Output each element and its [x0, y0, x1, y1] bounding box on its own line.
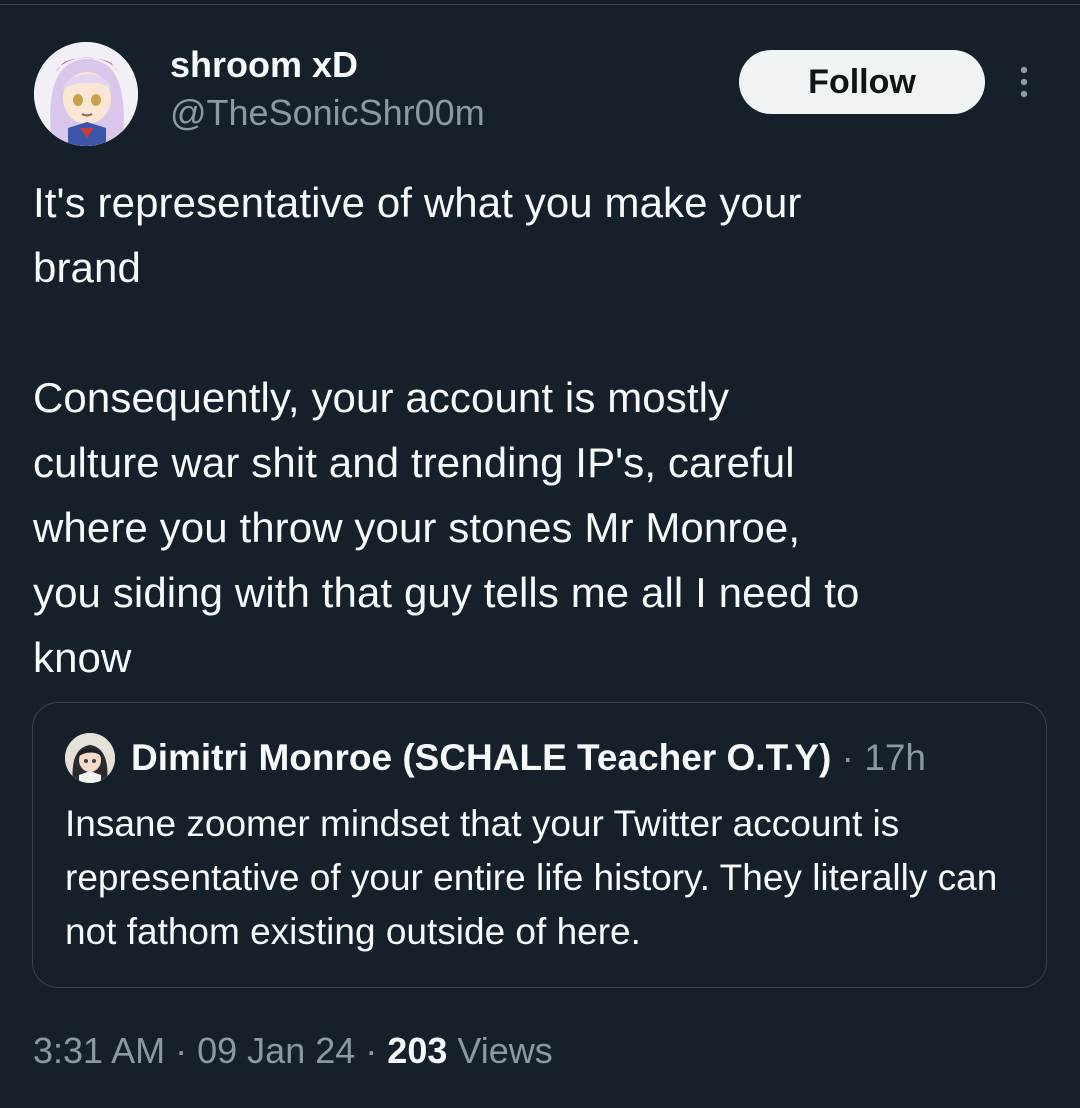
quoted-tweet-time[interactable]: 17h — [864, 737, 926, 778]
anime-character-avatar-icon — [65, 733, 115, 783]
author-avatar[interactable] — [34, 42, 138, 146]
views-count[interactable]: 203 — [387, 1030, 447, 1071]
anime-girl-avatar-icon — [34, 42, 138, 146]
tweet-body-text: It's representative of what you make you… — [33, 179, 860, 681]
more-vertical-icon[interactable] — [1012, 64, 1036, 100]
meta-separator-2: · — [365, 1030, 378, 1071]
quoted-tweet-header: Dimitri Monroe (SCHALE Teacher O.T.Y) · … — [131, 737, 926, 779]
quoted-header-separator: · — [841, 737, 854, 778]
follow-button-label: Follow — [808, 62, 916, 101]
tweet-meta: 3:31 AM · 09 Jan 24 · 203 Views — [33, 1030, 553, 1072]
quoted-author-name[interactable]: Dimitri Monroe (SCHALE Teacher O.T.Y) — [131, 737, 831, 778]
top-divider — [0, 4, 1080, 5]
follow-button[interactable]: Follow — [739, 50, 985, 114]
author-display-name[interactable]: shroom xD — [170, 44, 358, 86]
quoted-author-avatar[interactable] — [65, 733, 115, 783]
views-label[interactable]: Views — [457, 1030, 552, 1071]
tweet-date[interactable]: 09 Jan 24 — [197, 1030, 355, 1071]
tweet-time[interactable]: 3:31 AM — [33, 1030, 165, 1071]
quoted-tweet-text: Insane zoomer mindset that your Twitter … — [65, 803, 998, 952]
meta-separator: · — [175, 1030, 188, 1071]
quoted-tweet-card[interactable]: Dimitri Monroe (SCHALE Teacher O.T.Y) · … — [32, 702, 1047, 988]
tweet-detail-view: shroom xD @TheSonicShr00m Follow It's re… — [0, 0, 1080, 1108]
author-handle[interactable]: @TheSonicShr00m — [170, 92, 485, 134]
